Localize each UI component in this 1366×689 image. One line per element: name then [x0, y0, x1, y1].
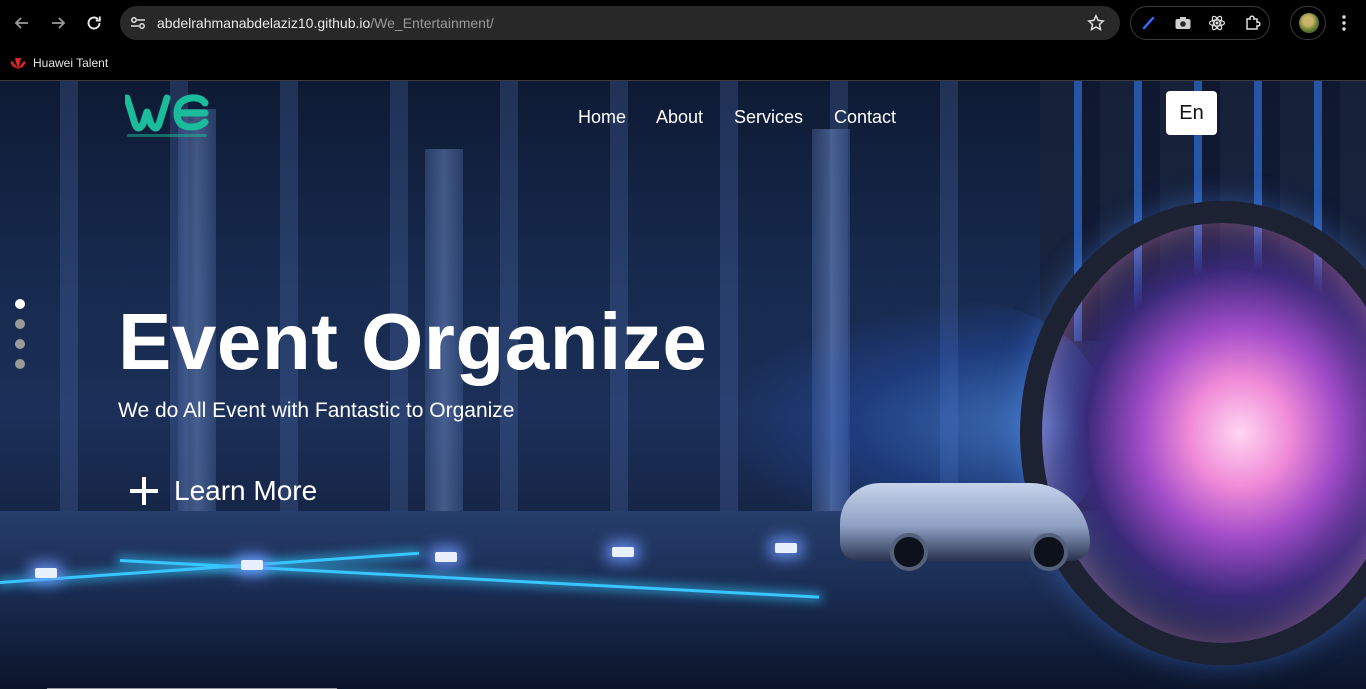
bookmark-label: Huawei Talent — [33, 56, 109, 70]
floor-spotlight — [435, 552, 457, 562]
nav-contact[interactable]: Contact — [834, 107, 896, 128]
car-image — [840, 483, 1090, 571]
site-info-button[interactable] — [128, 13, 148, 33]
car-wheel — [890, 533, 928, 571]
slider-dot[interactable] — [15, 359, 25, 369]
floor-spotlight — [241, 560, 263, 570]
bookmark-star-button[interactable] — [1086, 13, 1106, 33]
browser-toolbar: abdelrahmanabdelaziz10.github.io/We_Ente… — [0, 0, 1366, 46]
hero-section: Home About Services Contact En Event Org… — [0, 81, 1366, 689]
reload-button[interactable] — [79, 8, 109, 38]
hero-title: Event Organize — [118, 297, 708, 386]
arrow-left-icon — [14, 17, 28, 29]
browser-chrome: abdelrahmanabdelaziz10.github.io/We_Ente… — [0, 0, 1366, 81]
nav-about[interactable]: About — [656, 107, 703, 128]
camera-icon — [1175, 17, 1191, 29]
nav-services[interactable]: Services — [734, 107, 803, 128]
browser-menu-button[interactable] — [1334, 13, 1354, 33]
react-atom-icon — [1208, 15, 1226, 31]
huawei-logo-icon — [10, 57, 26, 69]
url-path: /We_Entertainment/ — [370, 15, 494, 31]
puzzle-icon — [1246, 15, 1261, 30]
arrow-right-icon — [52, 17, 66, 29]
url-host: abdelrahmanabdelaziz10.github.io — [157, 15, 371, 31]
floor-spotlight — [775, 543, 797, 553]
nav-home[interactable]: Home — [578, 107, 626, 128]
extensions-menu-button[interactable] — [1243, 13, 1263, 33]
forward-button[interactable] — [43, 8, 73, 38]
kebab-menu-icon — [1342, 15, 1346, 31]
car-wheel — [1030, 533, 1068, 571]
plus-icon — [130, 477, 158, 505]
bookmark-huawei-talent[interactable]: Huawei Talent — [10, 51, 108, 75]
slider-dots — [15, 299, 27, 379]
react-devtools-extension[interactable] — [1207, 13, 1227, 33]
hero-subtitle: We do All Event with Fantastic to Organi… — [118, 399, 515, 422]
slider-dot[interactable] — [15, 319, 25, 329]
slider-dot[interactable] — [15, 339, 25, 349]
extensions-group — [1130, 6, 1270, 40]
language-button[interactable]: En — [1166, 91, 1217, 135]
floor-spotlight — [35, 568, 57, 578]
avatar — [1299, 13, 1319, 33]
camera-extension[interactable] — [1173, 13, 1193, 33]
url-text[interactable]: abdelrahmanabdelaziz10.github.io/We_Ente… — [157, 15, 494, 31]
star-icon — [1087, 14, 1105, 31]
reload-icon — [87, 16, 101, 30]
ink-pen-extension[interactable] — [1139, 13, 1159, 33]
slider-dot-active[interactable] — [15, 299, 25, 309]
profile-button[interactable] — [1290, 6, 1326, 40]
learn-more-button[interactable]: Learn More — [130, 473, 317, 509]
tune-icon — [131, 17, 145, 29]
back-button[interactable] — [7, 8, 37, 38]
address-bar[interactable]: abdelrahmanabdelaziz10.github.io/We_Ente… — [120, 6, 1120, 40]
ink-pen-icon — [1142, 16, 1155, 30]
bookmarks-bar: Huawei Talent — [0, 46, 1366, 80]
we-logo[interactable] — [125, 94, 211, 140]
learn-more-label: Learn More — [174, 475, 318, 506]
floor-spotlight — [612, 547, 634, 557]
